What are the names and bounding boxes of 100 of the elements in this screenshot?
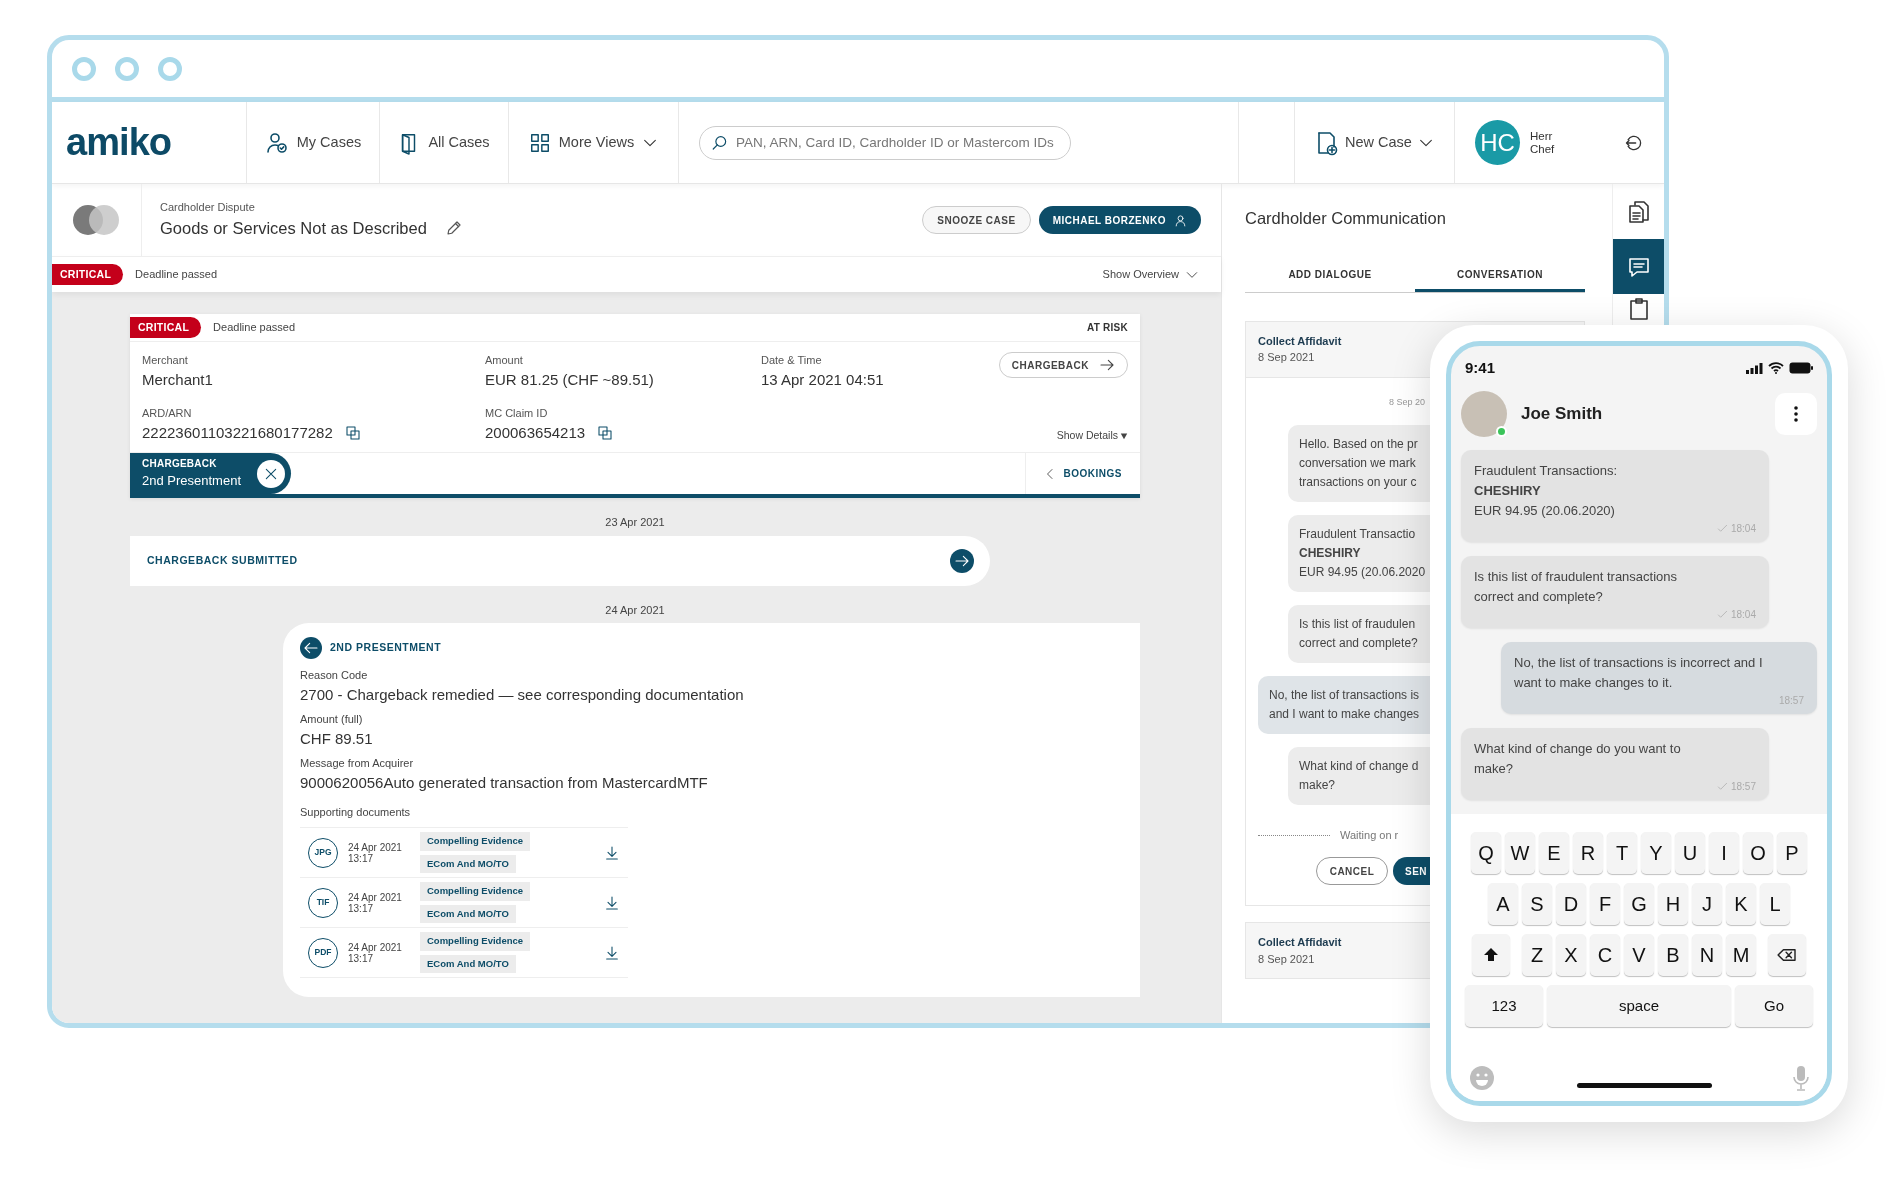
keyboard-key[interactable]: A <box>1488 883 1518 925</box>
document-time: 13:17 <box>348 902 374 914</box>
keyboard-key[interactable]: M <box>1726 934 1756 976</box>
keyboard-key[interactable]: X <box>1556 934 1586 976</box>
tab[interactable]: ADD DIALOGUE <box>1245 266 1415 292</box>
stage-pill[interactable]: CHARGEBACK 2nd Presentment <box>130 453 291 494</box>
close-button[interactable] <box>257 459 285 488</box>
keyboard-key[interactable]: C <box>1590 934 1620 976</box>
keyboard-key[interactable]: O <box>1743 832 1773 874</box>
detail-title: 2ND PRESENTMENT <box>330 640 442 656</box>
clipboard-icon <box>1629 298 1648 320</box>
keyboard-key[interactable]: F <box>1590 883 1620 925</box>
nav-link[interactable]: My Cases <box>264 130 362 155</box>
document-tag: Compelling Evidence <box>420 832 531 851</box>
deadline-text: Deadline passed <box>135 267 218 283</box>
field-label: ARD/ARN <box>142 406 193 421</box>
copy-button[interactable] <box>597 424 614 441</box>
pencil-icon <box>444 219 463 238</box>
field-value: CHF 89.51 <box>300 728 374 749</box>
show-overview-link[interactable]: Show Overview <box>1102 266 1199 283</box>
field-value: EUR 81.25 (CHF ~89.51) <box>485 369 654 390</box>
arrow-right-icon <box>1099 357 1115 373</box>
views-dropdown[interactable]: More Views <box>528 131 659 154</box>
keyboard-key[interactable]: Go <box>1735 985 1813 1027</box>
message-text: No, the list of transactions is and I want to make changes <box>1269 686 1420 723</box>
risk-label: AT RISK <box>1087 321 1128 335</box>
side-tool-button[interactable] <box>1613 239 1664 294</box>
document-date: 24 Apr 2021 <box>348 891 403 903</box>
document-time: 13:17 <box>348 852 374 864</box>
message-time: 18:04 <box>1730 608 1756 622</box>
keyboard-key[interactable]: U <box>1675 832 1705 874</box>
open-button[interactable] <box>950 548 974 573</box>
field-label: Merchant <box>142 353 189 368</box>
backspace-key[interactable] <box>1768 934 1806 976</box>
keyboard-key[interactable]: G <box>1624 883 1654 925</box>
keyboard-key[interactable]: I <box>1709 832 1739 874</box>
stage-label: CHARGEBACK <box>142 457 218 472</box>
keyboard-key[interactable]: 123 <box>1465 985 1543 1027</box>
field-label: MC Claim ID <box>485 406 549 421</box>
keyboard-key[interactable]: S <box>1522 883 1552 925</box>
field-label: Reason Code <box>300 668 369 683</box>
thread-title[interactable]: Collect Affidavit <box>1258 934 1342 951</box>
show-details-link[interactable]: Show Details <box>1056 428 1128 444</box>
timeline-date: 23 Apr 2021 <box>604 515 666 530</box>
panel-title: Cardholder Communication <box>1245 208 1447 229</box>
documents-label: Supporting documents <box>300 806 411 818</box>
keyboard-key[interactable]: Q <box>1471 832 1501 874</box>
emoji-icon <box>1469 1065 1495 1091</box>
keyboard-key[interactable]: D <box>1556 883 1586 925</box>
keyboard-key[interactable]: B <box>1658 934 1688 976</box>
keyboard-key[interactable]: Z <box>1522 934 1552 976</box>
new-case-dropdown[interactable]: New Case <box>1315 129 1434 156</box>
backspace-icon <box>1776 947 1798 963</box>
more-button[interactable] <box>1775 393 1817 435</box>
logo[interactable]: amiko <box>66 114 172 171</box>
keyboard-key[interactable]: P <box>1777 832 1807 874</box>
keyboard-key[interactable]: J <box>1692 883 1722 925</box>
shift-key[interactable] <box>1472 934 1510 976</box>
message-time: 18:04 <box>1730 522 1756 536</box>
keyboard-key[interactable]: W <box>1505 832 1535 874</box>
check-icon <box>1716 609 1728 620</box>
wifi-icon <box>1768 362 1784 374</box>
edit-button[interactable] <box>444 219 463 238</box>
copy-icon <box>597 424 614 441</box>
search-field[interactable]: PAN, ARN, Card ID, Cardholder ID or Mastercom IDs <box>699 125 1071 160</box>
caret-icon <box>1120 432 1128 441</box>
keyboard-key[interactable]: L <box>1760 883 1790 925</box>
back-button[interactable] <box>300 637 322 659</box>
case-type-label: Cardholder Dispute <box>160 200 256 216</box>
thread-title[interactable]: Collect Affidavit <box>1258 332 1342 350</box>
check-icon <box>1716 781 1728 792</box>
contact-name: Joe Smith <box>1521 403 1603 426</box>
field-value: 13 Apr 2021 04:51 <box>761 369 884 390</box>
keyboard-key[interactable]: Y <box>1641 832 1671 874</box>
tab[interactable]: CONVERSATION <box>1415 266 1585 292</box>
keyboard-key[interactable]: H <box>1658 883 1688 925</box>
keyboard-key[interactable]: R <box>1573 832 1603 874</box>
keyboard-key[interactable]: E <box>1539 832 1569 874</box>
document-date: 24 Apr 2021 <box>348 941 403 953</box>
copy-button[interactable] <box>344 424 361 441</box>
bookings-button[interactable]: BOOKINGS <box>1024 453 1140 494</box>
message-text: No, the list of transactions is incorrect and I want to make changes to it. <box>1514 654 1764 692</box>
keyboard-key[interactable]: V <box>1624 934 1654 976</box>
event-bar[interactable]: CHARGEBACK SUBMITTED <box>130 535 990 586</box>
assignee-button[interactable]: MICHAEL BORZENKO <box>1038 206 1201 234</box>
message-text: Hello. Based on the pr conversation we mark transactions on your c <box>1299 435 1418 491</box>
field-label: Amount <box>485 353 524 368</box>
document-date: 24 Apr 2021 <box>348 841 403 853</box>
nav-link[interactable]: All Cases <box>398 130 490 155</box>
keyboard-key[interactable]: T <box>1607 832 1637 874</box>
snooze-button[interactable]: SNOOZE CASE <box>922 206 1031 234</box>
keyboard-key[interactable]: N <box>1692 934 1722 976</box>
keyboard-key[interactable]: K <box>1726 883 1756 925</box>
battery-icon <box>1789 362 1813 374</box>
space-key[interactable]: space <box>1547 985 1731 1027</box>
deadline-text: Deadline passed <box>213 320 296 336</box>
message-text: What kind of change d make? <box>1299 757 1419 794</box>
signal-icon <box>1746 362 1763 374</box>
document-add-icon <box>1315 129 1340 156</box>
stage-value: 2nd Presentment <box>142 472 241 491</box>
